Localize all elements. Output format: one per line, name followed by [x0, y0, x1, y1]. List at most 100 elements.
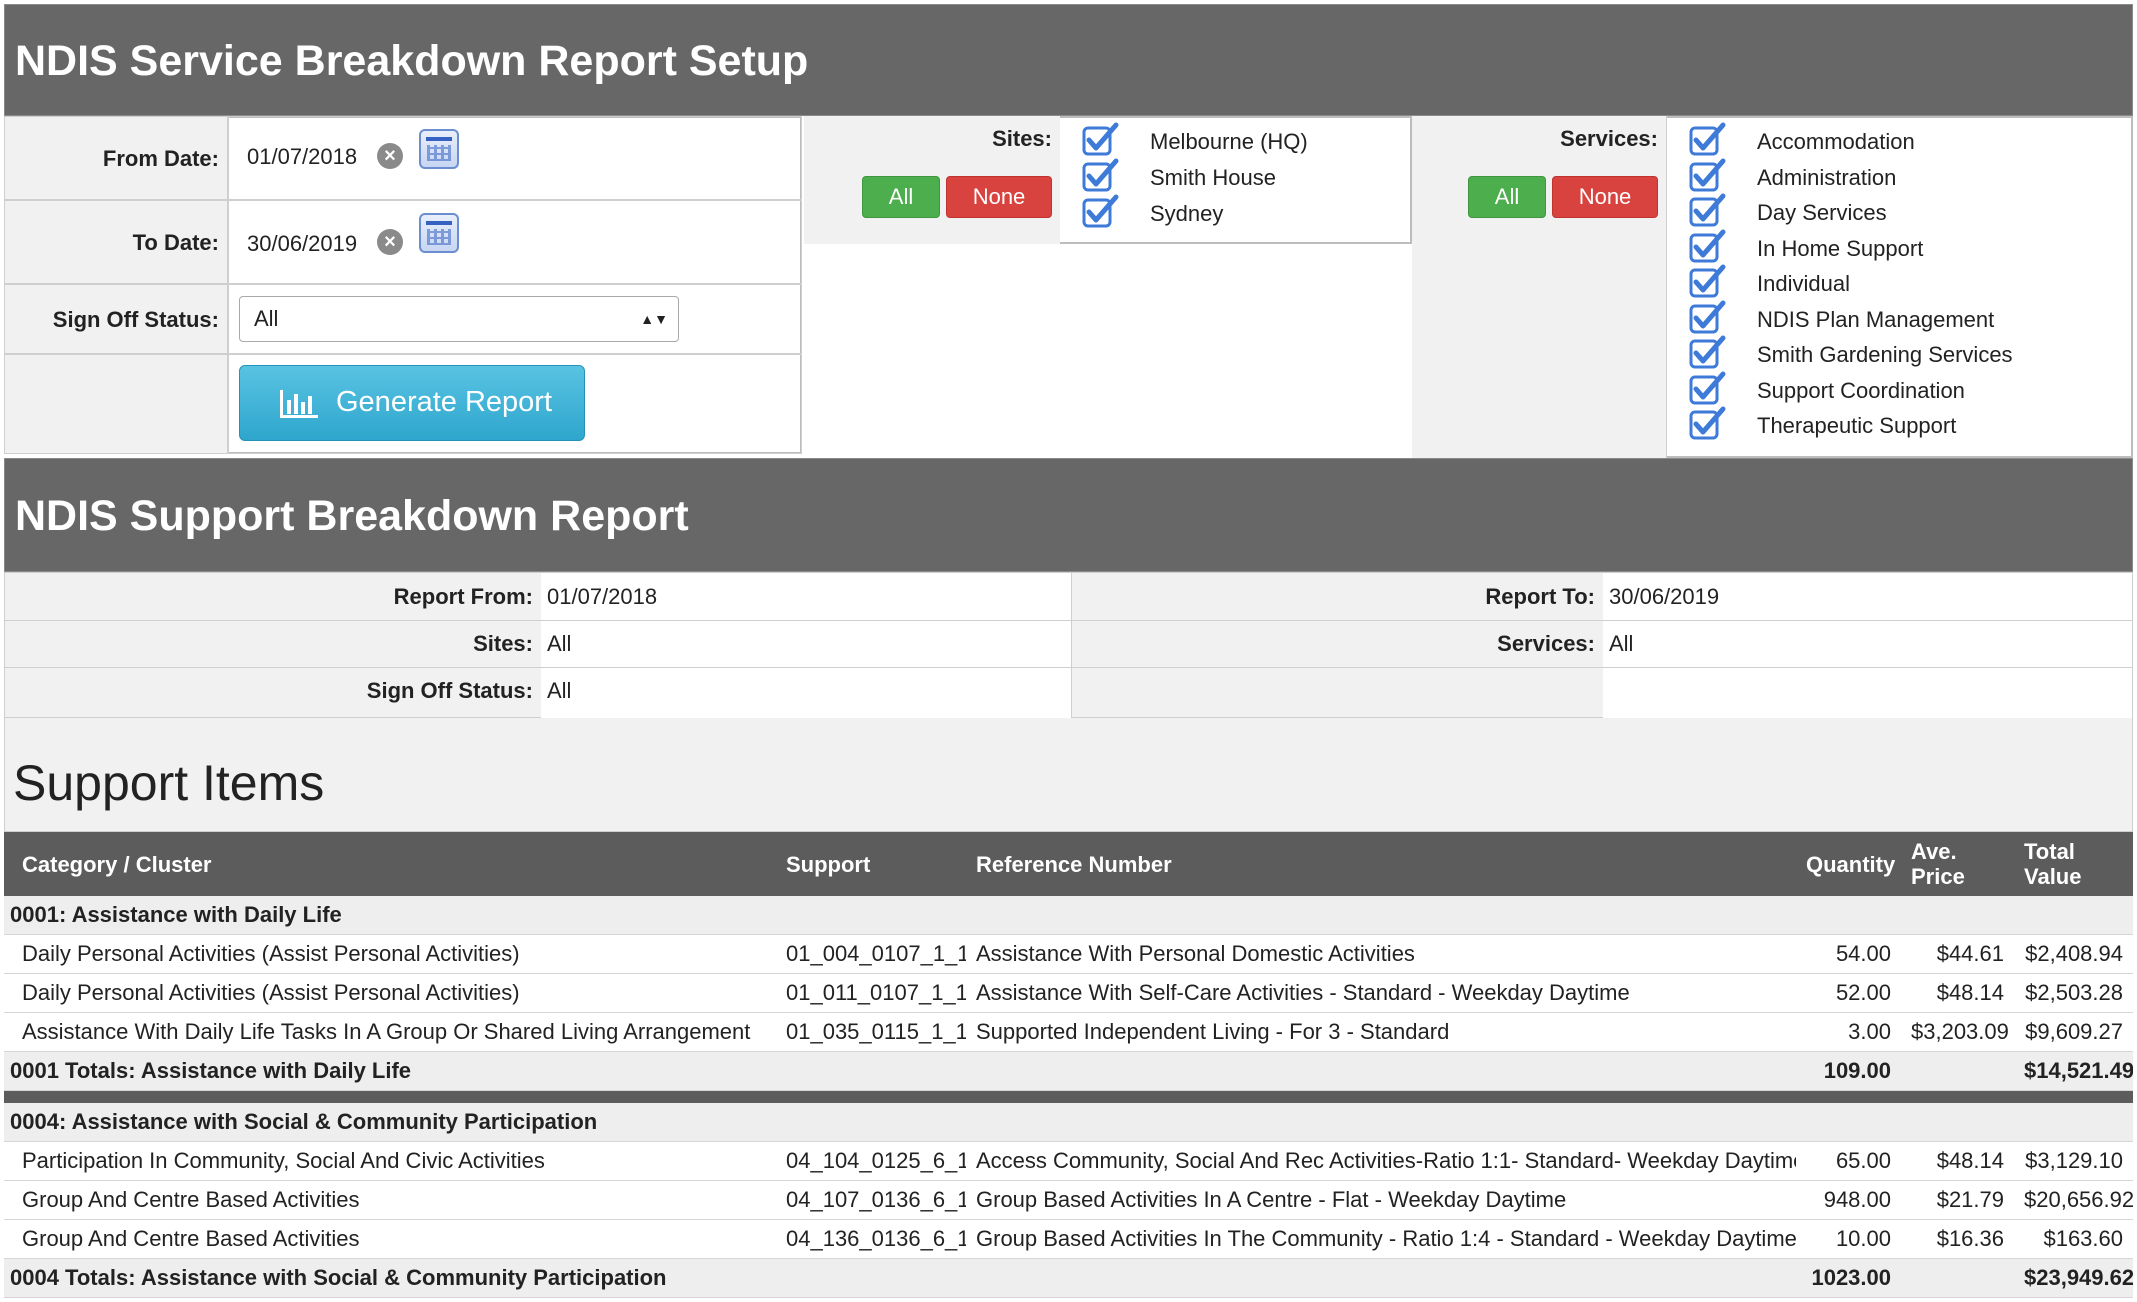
cell-total-value: $9,609.27	[2014, 1012, 2133, 1052]
cell-total-value: $163.60	[2014, 1219, 2133, 1259]
report-sites-label: Sites:	[473, 631, 533, 656]
service-option-label: In Home Support	[1757, 235, 1924, 261]
generate-report-label: Generate Report	[336, 386, 553, 418]
service-option-label: Smith Gardening Services	[1757, 342, 2013, 367]
cell-support: 04_136_0136_6_1	[776, 1219, 966, 1259]
cell-support: 01_035_0115_1_1	[776, 1012, 966, 1052]
group-total-quantity: 1023.00	[1796, 1258, 1901, 1298]
calendar-icon[interactable]	[419, 213, 459, 253]
group-separator	[4, 1090, 2133, 1103]
from-date-cell: 01/07/2018 ×	[228, 116, 802, 200]
support-items-body: 0001: Assistance with Daily Life Daily Pe…	[4, 896, 2133, 1298]
to-date-field[interactable]: 30/06/2019	[247, 231, 357, 257]
group-total-label: 0001 Totals: Assistance with Daily Life	[4, 1051, 1796, 1091]
services-none-button[interactable]: None	[1552, 176, 1658, 218]
checkbox-checked-icon[interactable]	[1082, 194, 1120, 228]
table-row: Daily Personal Activities (Assist Person…	[4, 973, 2133, 1013]
checkbox-checked-icon[interactable]	[1689, 193, 1727, 227]
report-summary: Report From: 01/07/2018 Report To: 30/06…	[4, 572, 2133, 719]
checkbox-checked-icon[interactable]	[1689, 264, 1727, 298]
checkbox-checked-icon[interactable]	[1689, 158, 1727, 192]
table-row: Participation In Community, Social And C…	[4, 1141, 2133, 1181]
col-total-value-line2: Value	[2024, 864, 2082, 889]
generate-label-cell	[4, 354, 228, 454]
cell-category: Group And Centre Based Activities	[4, 1180, 776, 1220]
service-option-label: Accommodation	[1757, 129, 1915, 154]
checkbox-checked-icon[interactable]	[1689, 300, 1727, 334]
col-reference: Reference Number	[966, 832, 1796, 896]
sign-off-select-value: All	[254, 306, 279, 331]
cell-reference: Group Based Activities In The Community …	[966, 1219, 1796, 1259]
generate-cell: Generate Report	[228, 354, 802, 454]
report-services-value: All	[1609, 631, 1634, 656]
report-sign-off-value: All	[547, 678, 572, 703]
cell-quantity: 52.00	[1796, 973, 1901, 1013]
cell-support: 04_107_0136_6_1	[776, 1180, 966, 1220]
table-row: Assistance With Daily Life Tasks In A Gr…	[4, 1012, 2133, 1052]
report-sign-off-label: Sign Off Status:	[366, 678, 533, 703]
cell-total-value: $20,656.92	[2014, 1180, 2133, 1220]
table-row: Daily Personal Activities (Assist Person…	[4, 934, 2133, 974]
cell-category: Daily Personal Activities (Assist Person…	[4, 973, 776, 1013]
col-ave-price-line2: Price	[1911, 864, 1965, 889]
cell-total-value: $2,408.94	[2014, 934, 2133, 974]
sign-off-cell: All ▲▼	[228, 284, 802, 354]
from-date-field[interactable]: 01/07/2018	[247, 144, 357, 170]
cell-reference: Group Based Activities In A Centre - Fla…	[966, 1180, 1796, 1220]
group-total-value: $23,949.62	[2014, 1258, 2133, 1298]
report-services-label: Services:	[1497, 631, 1595, 656]
cell-support: 01_011_0107_1_1	[776, 973, 966, 1013]
service-option-label: Day Services	[1757, 200, 1887, 225]
group-total-quantity: 109.00	[1796, 1051, 1901, 1091]
checkbox-checked-icon[interactable]	[1082, 158, 1120, 192]
service-option-label: Therapeutic Support	[1757, 413, 1957, 438]
group-total-row: 0004 Totals: Assistance with Social & Co…	[4, 1258, 2133, 1298]
calendar-icon[interactable]	[419, 129, 459, 169]
group-row: 0004: Assistance with Social & Community…	[4, 1103, 2133, 1142]
checkbox-checked-icon[interactable]	[1082, 122, 1120, 156]
sites-none-button[interactable]: None	[946, 176, 1052, 218]
group-title: 0004: Assistance with Social & Community…	[4, 1103, 2133, 1142]
cell-ave-price: $48.14	[1901, 1141, 2014, 1181]
checkbox-checked-icon[interactable]	[1689, 229, 1727, 263]
group-total-row: 0001 Totals: Assistance with Daily Life 1…	[4, 1051, 2133, 1091]
table-row: Group And Centre Based Activities 04_136_…	[4, 1219, 2133, 1259]
group-row: 0001: Assistance with Daily Life	[4, 896, 2133, 935]
checkbox-checked-icon[interactable]	[1689, 371, 1727, 405]
support-items-header: Support Items	[4, 718, 2133, 832]
to-date-cell: 30/06/2019 ×	[228, 200, 802, 284]
service-option-label: Individual	[1757, 271, 1850, 296]
cell-quantity: 948.00	[1796, 1180, 1901, 1220]
select-arrows-icon: ▲▼	[640, 311, 668, 327]
group-total-value: $14,521.49	[2014, 1051, 2133, 1091]
report-sites-value: All	[547, 631, 572, 656]
cell-total-value: $3,129.10	[2014, 1141, 2133, 1181]
checkbox-checked-icon[interactable]	[1689, 122, 1727, 156]
generate-report-button[interactable]: Generate Report	[239, 365, 585, 441]
table-row: Group And Centre Based Activities 04_107_…	[4, 1180, 2133, 1220]
checkbox-checked-icon[interactable]	[1689, 406, 1727, 440]
table-header-row: Category / Cluster Support Reference Num…	[4, 832, 2133, 896]
cell-reference: Assistance With Self-Care Activities - S…	[966, 973, 1796, 1013]
cell-ave-price: $44.61	[1901, 934, 2014, 974]
service-option-label: Administration	[1757, 164, 1897, 190]
services-label: Services:	[1412, 116, 1667, 458]
sites-all-button[interactable]: All	[862, 176, 940, 218]
clear-icon[interactable]: ×	[377, 229, 403, 255]
services-all-button[interactable]: All	[1468, 176, 1546, 218]
cell-category: Assistance With Daily Life Tasks In A Gr…	[4, 1012, 776, 1052]
cell-quantity: 3.00	[1796, 1012, 1901, 1052]
cell-total-value: $2,503.28	[2014, 973, 2133, 1013]
report-from-value: 01/07/2018	[547, 584, 658, 609]
support-items-table: Category / Cluster Support Reference Num…	[4, 832, 2133, 1298]
col-total-value-line1: Total	[2024, 839, 2075, 864]
checkbox-checked-icon[interactable]	[1689, 335, 1727, 369]
cell-ave-price: $3,203.09	[1901, 1012, 2014, 1052]
cell-reference: Assistance With Personal Domestic Activi…	[966, 934, 1796, 974]
clear-icon[interactable]: ×	[377, 143, 403, 169]
report-title: NDIS Support Breakdown Report	[4, 458, 2133, 572]
site-option-label: Sydney	[1150, 201, 1224, 226]
cell-ave-price: $21.79	[1901, 1180, 2014, 1220]
sign-off-select[interactable]: All ▲▼	[239, 296, 679, 342]
empty-cell	[1901, 1051, 2014, 1091]
